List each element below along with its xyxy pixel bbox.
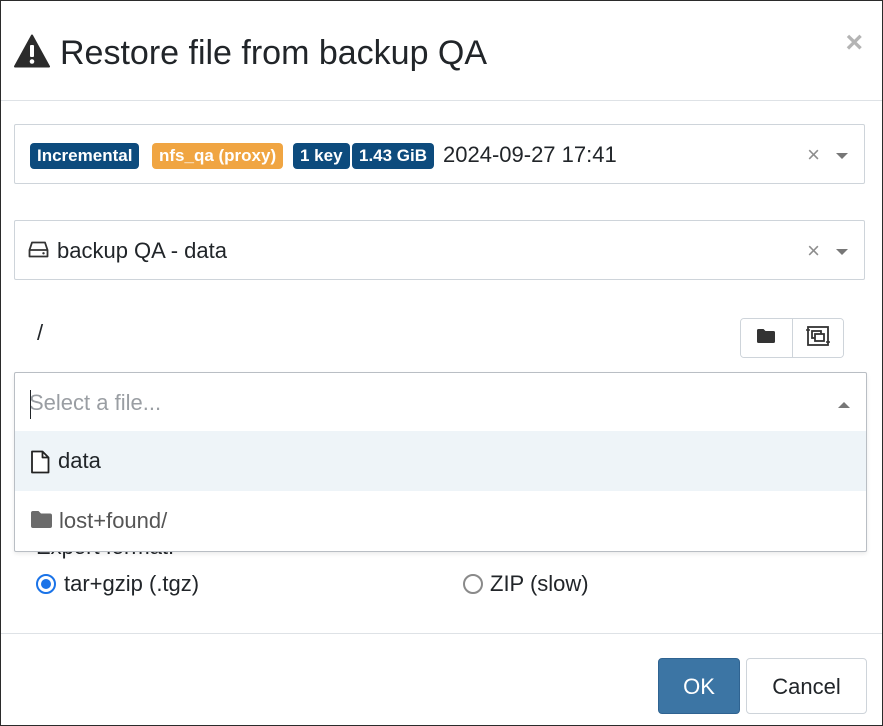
radio-tgz[interactable] (36, 574, 56, 594)
current-path: / (37, 320, 44, 345)
footer-divider (1, 633, 882, 634)
radio-tgz-label[interactable]: tar+gzip (.tgz) (64, 570, 199, 598)
file-option-label: data (58, 448, 101, 473)
folder-view-button[interactable] (741, 319, 792, 357)
file-select-combobox[interactable]: data lost+found/ (14, 372, 867, 552)
clear-snapshot-icon[interactable]: × (807, 143, 820, 167)
snapshot-select[interactable]: Incremental nfs_qa (proxy) 1 key 1.43 Gi… (14, 124, 865, 184)
cancel-button[interactable]: Cancel (746, 658, 867, 714)
hdd-icon (28, 241, 49, 264)
badge-datastore: nfs_qa (proxy) (152, 143, 284, 169)
badge-size: 1.43 GiB (352, 143, 435, 169)
file-search-input[interactable] (29, 388, 809, 418)
folder-option-label: lost+found/ (59, 508, 168, 533)
datastore-select[interactable]: backup QA - data × (14, 220, 865, 280)
file-option-lost-found[interactable]: lost+found/ (15, 491, 866, 551)
radio-zip[interactable] (463, 574, 483, 594)
clear-datastore-icon[interactable]: × (807, 239, 820, 263)
chevron-down-icon[interactable] (836, 249, 848, 255)
chevron-up-icon[interactable] (838, 402, 850, 408)
restore-dialog: Restore file from backup QA × Incrementa… (0, 0, 883, 726)
file-input-row (15, 373, 866, 432)
file-option-data[interactable]: data (15, 431, 866, 491)
folder-icon (756, 328, 776, 349)
dialog-title: Restore file from backup QA (60, 34, 488, 72)
chevron-down-icon[interactable] (836, 153, 848, 159)
file-icon (30, 450, 50, 479)
badge-key: 1 key (293, 143, 350, 169)
preview-button[interactable] (791, 319, 843, 357)
datastore-label: backup QA - data (57, 238, 227, 263)
badge-type: Incremental (30, 143, 140, 169)
close-button[interactable]: × (845, 28, 863, 58)
dialog-header: Restore file from backup QA × (1, 1, 882, 101)
ok-button[interactable]: OK (658, 658, 740, 714)
view-toggle-group (740, 318, 844, 358)
radio-zip-label[interactable]: ZIP (slow) (490, 570, 589, 598)
warning-icon (14, 34, 50, 73)
text-cursor (30, 390, 31, 419)
window-restore-icon (805, 325, 830, 352)
snapshot-date: 2024-09-27 17:41 (443, 142, 617, 167)
folder-icon (30, 510, 53, 534)
